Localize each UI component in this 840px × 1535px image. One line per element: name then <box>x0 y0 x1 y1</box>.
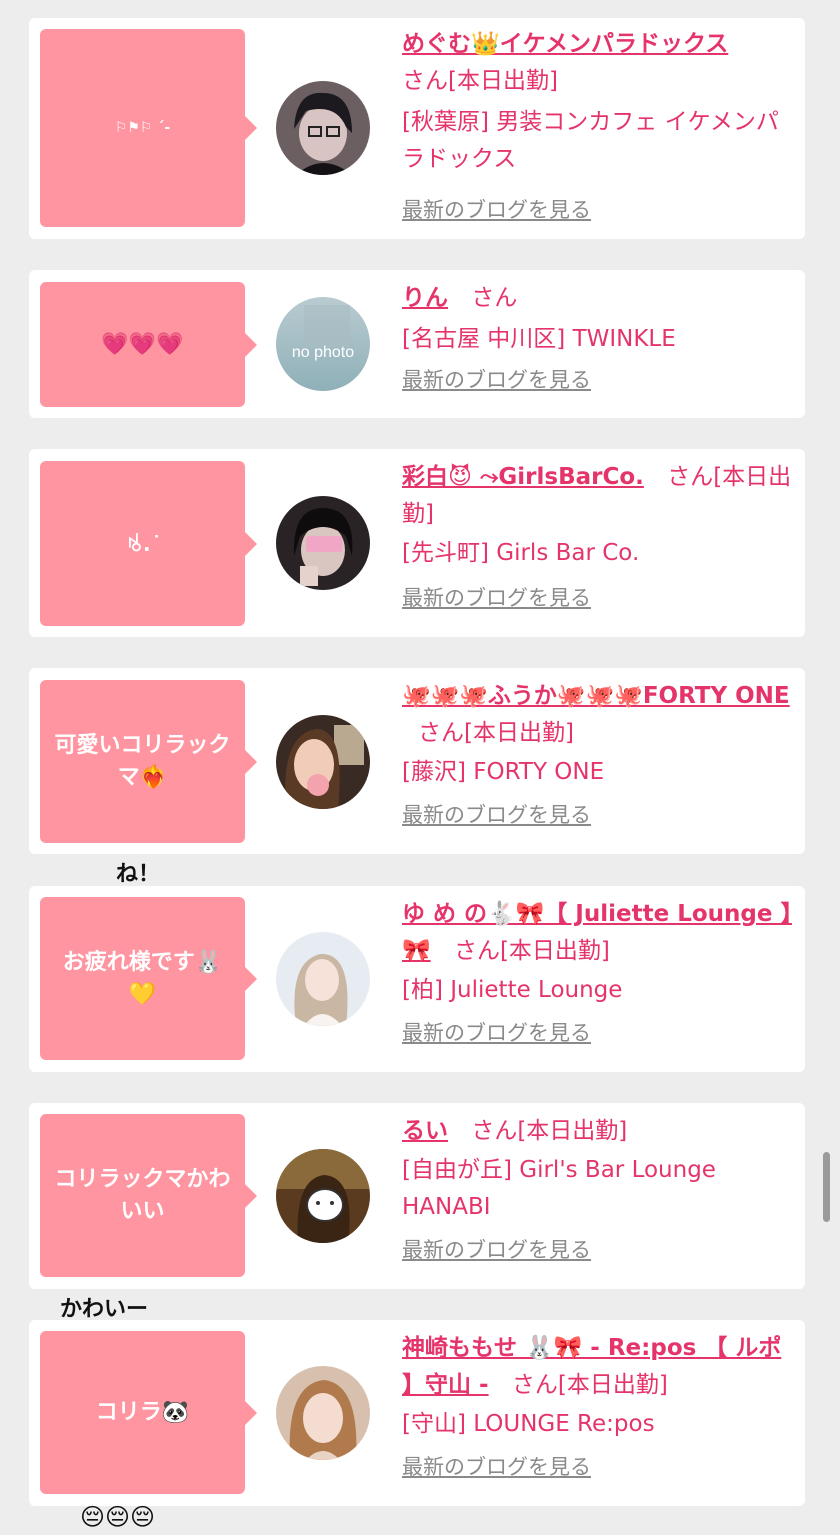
name-link-3[interactable]: 彩白😈 ⤳GirlsBarCo. <box>402 464 644 490</box>
shop-5: [柏] Juliette Lounge <box>402 977 623 1003</box>
info-6: るい さん[本日出勤] [自由が丘] Girl's Bar Lounge HAN… <box>402 1113 797 1269</box>
message-bubble-4: 可愛いコリラックマ❤️‍🔥 <box>40 680 257 843</box>
blog-link-2[interactable]: 最新のブログを見る <box>402 362 591 399</box>
scrollbar-thumb[interactable] <box>823 1152 830 1222</box>
info-2: りん さん [名古屋 中川区] TWINKLE 最新のブログを見る <box>402 280 797 399</box>
blog-link-1[interactable]: 最新のブログを見る <box>402 192 591 229</box>
avatar-4[interactable] <box>276 715 370 809</box>
name-suffix-2: さん <box>471 285 518 311</box>
message-bubble-2: 💗💗💗 <box>40 282 257 407</box>
message-card-2: 💗💗💗 no photo りん さん [名古屋 中川区] TWINKLE 最新の… <box>29 270 805 418</box>
message-bubble-1: ⚐⚑⚐ ˊ- <box>40 29 257 227</box>
shop-3: [先斗町] Girls Bar Co. <box>402 540 640 566</box>
message-card-4: 可愛いコリラックマ❤️‍🔥 🐙🐙🐙ふうか🐙🐙🐙FORTY ONE さん[本日出勤… <box>29 668 805 854</box>
message-bubble-3: ꂚ. ͘ <box>40 461 257 626</box>
bubble-text-1: ⚐⚑⚐ ˊ- <box>114 120 171 136</box>
name-suffix-4: さん[本日出勤] <box>418 720 574 746</box>
bubble-text-4: 可愛いコリラックマ❤️‍🔥 <box>54 732 231 790</box>
overlay-kawaii: かわいー <box>60 1297 149 1322</box>
info-4: 🐙🐙🐙ふうか🐙🐙🐙FORTY ONE さん[本日出勤] [藤沢] FORTY O… <box>402 678 797 834</box>
message-card-3: ꂚ. ͘ 彩白😈 ⤳GirlsBarCo. さん[本日出勤] [先斗町] Gir… <box>29 449 805 637</box>
info-1: めぐむ👑イケメンパラドックス さん[本日出勤] [秋葉原] 男装コンカフェ イケ… <box>402 26 797 229</box>
overlay-ne: ね！ <box>116 862 161 887</box>
name-link-4[interactable]: 🐙🐙🐙ふうか🐙🐙🐙FORTY ONE <box>402 683 790 709</box>
message-bubble-7: コリラ🐼 <box>40 1331 257 1494</box>
bubble-text-5: お疲れ様です🐰💛 <box>62 949 223 1007</box>
name-suffix-5: さん[本日出勤] <box>453 938 610 964</box>
avatar-5[interactable] <box>276 932 370 1026</box>
shop-7: [守山] LOUNGE Re:pos <box>402 1411 655 1437</box>
name-link-1[interactable]: めぐむ👑イケメンパラドックス <box>402 31 728 57</box>
info-5: ゆ め の🐇🎀【 Juliette Lounge 】🎀 さん[本日出勤] [柏]… <box>402 896 797 1052</box>
shop-6: [自由が丘] Girl's Bar Lounge HANABI <box>402 1157 716 1220</box>
shop-4: [藤沢] FORTY ONE <box>402 759 605 785</box>
message-card-7: コリラ🐼 神崎ももせ 🐰🎀 - Re:pos 【 ルポ 】守山 - さん[本日出… <box>29 1320 805 1506</box>
avatar-1[interactable] <box>276 81 370 175</box>
bubble-text-3: ꂚ. ͘ <box>127 531 158 556</box>
info-3: 彩白😈 ⤳GirlsBarCo. さん[本日出勤] [先斗町] Girls Ba… <box>402 459 797 617</box>
name-link-2[interactable]: りん <box>402 285 448 311</box>
name-link-6[interactable]: るい <box>402 1118 448 1144</box>
bubble-text-7: コリラ🐼 <box>95 1399 190 1425</box>
shop-1: [秋葉原] 男装コンカフェ イケメンパラドックス <box>402 109 779 172</box>
bubble-text-2: 💗💗💗 <box>101 331 184 357</box>
bubble-text-6: コリラックマかわいい <box>54 1166 231 1224</box>
no-photo-label: no photo <box>292 344 354 361</box>
blog-link-7[interactable]: 最新のブログを見る <box>402 1449 591 1486</box>
avatar-7[interactable] <box>276 1366 370 1460</box>
blog-link-5[interactable]: 最新のブログを見る <box>402 1015 591 1052</box>
overlay-faces: 😔😔😔 <box>80 1503 156 1531</box>
message-card-5: お疲れ様です🐰💛 ゆ め の🐇🎀【 Juliette Lounge 】🎀 さん[… <box>29 886 805 1072</box>
message-bubble-5: お疲れ様です🐰💛 <box>40 897 257 1060</box>
message-card-1: ⚐⚑⚐ ˊ- めぐむ👑イケメンパラドックス さん[本日出勤] [秋葉原] 男装コ… <box>29 18 805 239</box>
name-suffix-6: さん[本日出勤] <box>471 1118 628 1144</box>
shop-2: [名古屋 中川区] TWINKLE <box>402 326 676 352</box>
message-card-6: コリラックマかわいい るい さん[本日出勤] [自由が丘] Girl's Bar… <box>29 1103 805 1289</box>
name-suffix-7: さん[本日出勤] <box>511 1372 668 1398</box>
avatar-2[interactable]: no photo <box>276 297 370 391</box>
info-7: 神崎ももせ 🐰🎀 - Re:pos 【 ルポ 】守山 - さん[本日出勤] [守… <box>402 1330 797 1486</box>
blog-link-3[interactable]: 最新のブログを見る <box>402 580 591 617</box>
name-suffix-1: さん[本日出勤] <box>402 68 558 94</box>
blog-link-4[interactable]: 最新のブログを見る <box>402 797 591 834</box>
avatar-3[interactable] <box>276 496 370 590</box>
avatar-6[interactable] <box>276 1149 370 1243</box>
message-bubble-6: コリラックマかわいい <box>40 1114 257 1277</box>
blog-link-6[interactable]: 最新のブログを見る <box>402 1232 591 1269</box>
